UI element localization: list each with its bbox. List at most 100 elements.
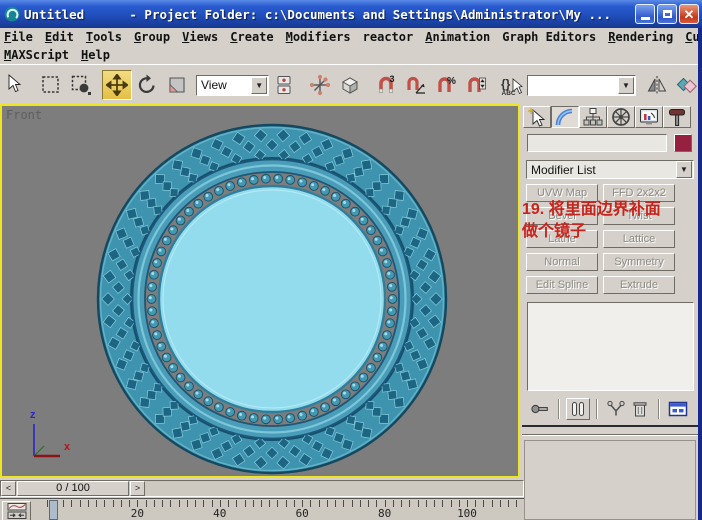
- chevron-down-icon: ▼: [618, 77, 634, 94]
- modifier-list-label: Modifier List: [527, 163, 676, 177]
- ruler-tick: [253, 500, 254, 507]
- select-and-scale-icon: [166, 74, 188, 96]
- make-unique-button[interactable]: [604, 398, 628, 420]
- ruler-tick: [360, 500, 361, 507]
- select-object-button[interactable]: [0, 70, 30, 100]
- select-and-move-button[interactable]: [102, 70, 132, 100]
- use-pivot-point-center-icon: [273, 74, 295, 96]
- menu-help[interactable]: Help: [77, 48, 114, 62]
- ruler-label: 80: [378, 507, 391, 520]
- configure-modifier-sets-button[interactable]: [666, 398, 690, 420]
- ruler-tick: [376, 500, 377, 507]
- open-mini-curve-editor-button[interactable]: [2, 501, 31, 520]
- remove-modifier-button[interactable]: [628, 398, 652, 420]
- modifier-list-dropdown[interactable]: Modifier List ▼: [526, 160, 694, 179]
- percent-snap-button[interactable]: %: [431, 70, 461, 100]
- close-button[interactable]: ✕: [679, 4, 699, 24]
- maximize-icon: [663, 10, 672, 18]
- ruler-tick: [129, 500, 130, 507]
- modifier-button-normal[interactable]: Normal: [526, 253, 598, 271]
- ruler-tick: [401, 500, 402, 507]
- modifier-stack-list[interactable]: [527, 302, 694, 391]
- select-and-rotate-button[interactable]: [132, 70, 162, 100]
- ruler-label: 40: [213, 507, 226, 520]
- menu-file[interactable]: File: [0, 30, 37, 44]
- window-crossing-button[interactable]: [66, 70, 96, 100]
- time-slider-handle[interactable]: 0 / 100: [17, 481, 129, 496]
- tab-modify[interactable]: [551, 106, 579, 128]
- ruler-tick: [483, 500, 484, 507]
- menu-graph-editors[interactable]: Graph Editors: [498, 30, 600, 44]
- title-bar[interactable]: Untitled - Project Folder: c:\Documents …: [0, 0, 702, 28]
- menu-tools[interactable]: Tools: [82, 30, 126, 44]
- current-frame-marker[interactable]: [49, 500, 58, 520]
- close-icon: ✕: [684, 8, 695, 21]
- minimize-button[interactable]: [635, 4, 655, 24]
- edit-named-selection-sets-button[interactable]: {}ABC: [497, 70, 527, 100]
- maximize-button[interactable]: [657, 4, 677, 24]
- select-and-move-icon: [106, 74, 128, 96]
- menu-rendering[interactable]: Rendering: [604, 30, 677, 44]
- window-right-border: [698, 28, 702, 520]
- keyboard-shortcut-override-icon: [339, 74, 361, 96]
- object-color-swatch[interactable]: [674, 134, 692, 152]
- menu-group[interactable]: Group: [130, 30, 174, 44]
- named-selection-sets-dropdown[interactable]: ▼: [527, 75, 636, 96]
- axis-tripod: z x: [14, 406, 84, 468]
- angle-snap-button[interactable]: [401, 70, 431, 100]
- percent-snap-icon: %: [435, 74, 457, 96]
- menu-reactor[interactable]: reactor: [359, 30, 418, 44]
- menu-create[interactable]: Create: [226, 30, 277, 44]
- ruler-label: 60: [296, 507, 309, 520]
- pin-stack-button[interactable]: [528, 398, 552, 420]
- ruler-tick: [451, 500, 452, 507]
- ruler-tick: [187, 500, 188, 507]
- show-end-result-button[interactable]: [566, 398, 590, 420]
- keyboard-shortcut-override-button[interactable]: [335, 70, 365, 100]
- rollout-area: [524, 440, 696, 520]
- modifier-button-symmetry[interactable]: Symmetry: [603, 253, 675, 271]
- reference-coordinate-system-dropdown[interactable]: View ▼: [196, 75, 269, 96]
- ruler-tick: [442, 500, 443, 507]
- mirror-icon: [646, 74, 668, 96]
- hierarchy-icon: [582, 106, 604, 128]
- rectangular-selection-region-button[interactable]: [36, 70, 66, 100]
- ruler-tick: [96, 500, 97, 507]
- menu-animation[interactable]: Animation: [421, 30, 494, 44]
- modifier-button-extrude[interactable]: Extrude: [603, 276, 675, 294]
- app-logo-icon: [0, 2, 24, 26]
- track-bar-ruler[interactable]: 020406080100: [34, 499, 524, 520]
- main-toolbar: View ▼ 3 % {}ABC ▼: [0, 64, 702, 106]
- time-slider-track[interactable]: < 0 / 100 >: [0, 480, 524, 497]
- tab-display[interactable]: [635, 106, 663, 128]
- tab-utilities[interactable]: [663, 106, 691, 128]
- spinner-snap-button[interactable]: [461, 70, 491, 100]
- ruler-tick: [195, 500, 196, 507]
- ruler-tick: [137, 500, 138, 507]
- next-frame-button[interactable]: >: [130, 481, 145, 496]
- object-name-field[interactable]: [527, 134, 667, 152]
- ruler-tick: [228, 500, 229, 507]
- menu-views[interactable]: Views: [178, 30, 222, 44]
- select-and-manipulate-button[interactable]: [305, 70, 335, 100]
- front-viewport[interactable]: Front z x: [0, 104, 520, 478]
- axis-x-label: x: [64, 441, 71, 453]
- previous-frame-button[interactable]: <: [1, 481, 16, 496]
- select-and-scale-button[interactable]: [162, 70, 192, 100]
- tab-motion[interactable]: [607, 106, 635, 128]
- snap-toggle-3d-button[interactable]: 3: [371, 70, 401, 100]
- ruler-tick: [261, 500, 262, 507]
- mirror-button[interactable]: [642, 70, 672, 100]
- menu-modifiers[interactable]: Modifiers: [282, 30, 355, 44]
- menu-maxscript[interactable]: MAXScript: [0, 48, 73, 62]
- ruler-label: 100: [457, 507, 477, 520]
- use-pivot-point-center-button[interactable]: [269, 70, 299, 100]
- ruler-tick: [426, 500, 427, 507]
- tab-create[interactable]: [523, 106, 551, 128]
- tab-hierarchy[interactable]: [579, 106, 607, 128]
- angle-snap-icon: [405, 74, 427, 96]
- annotation-line-2: 做个镜子: [522, 221, 702, 243]
- menu-edit[interactable]: Edit: [41, 30, 78, 44]
- snap-toggle-3d-icon: 3: [375, 74, 397, 96]
- modifier-button-edit-spline[interactable]: Edit Spline: [526, 276, 598, 294]
